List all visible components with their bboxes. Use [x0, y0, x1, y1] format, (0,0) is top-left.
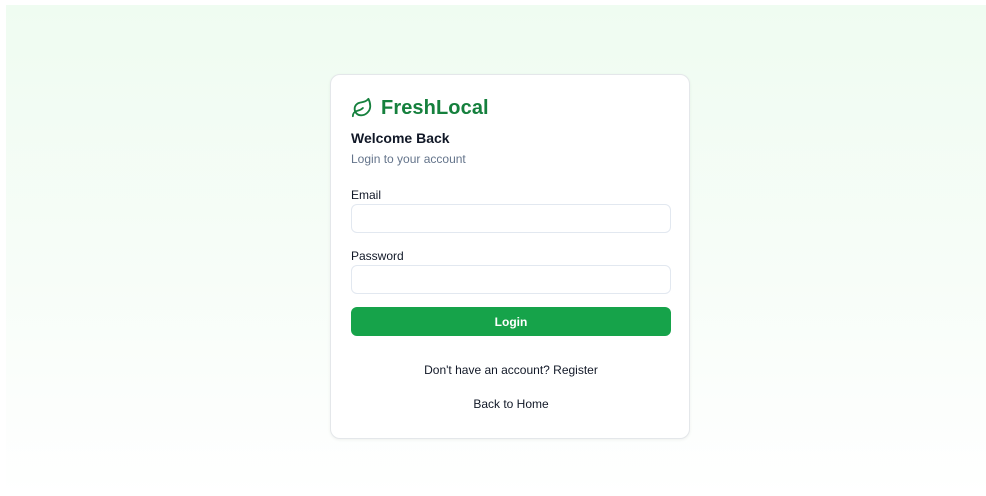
login-button[interactable]: Login — [351, 307, 671, 336]
register-link[interactable]: Don't have an account? Register — [351, 363, 671, 377]
email-field[interactable] — [351, 204, 671, 233]
back-to-home-link[interactable]: Back to Home — [351, 397, 671, 411]
page-background: FreshLocal Welcome Back Login to your ac… — [6, 5, 986, 496]
email-label: Email — [351, 188, 382, 202]
password-label: Password — [351, 249, 404, 263]
page-subtitle: Login to your account — [351, 152, 466, 166]
brand-name: FreshLocal — [381, 96, 489, 119]
password-field[interactable] — [351, 265, 671, 294]
leaf-icon — [351, 97, 373, 119]
brand: FreshLocal — [351, 96, 489, 120]
page-title: Welcome Back — [351, 130, 450, 146]
login-card: FreshLocal Welcome Back Login to your ac… — [330, 74, 690, 439]
